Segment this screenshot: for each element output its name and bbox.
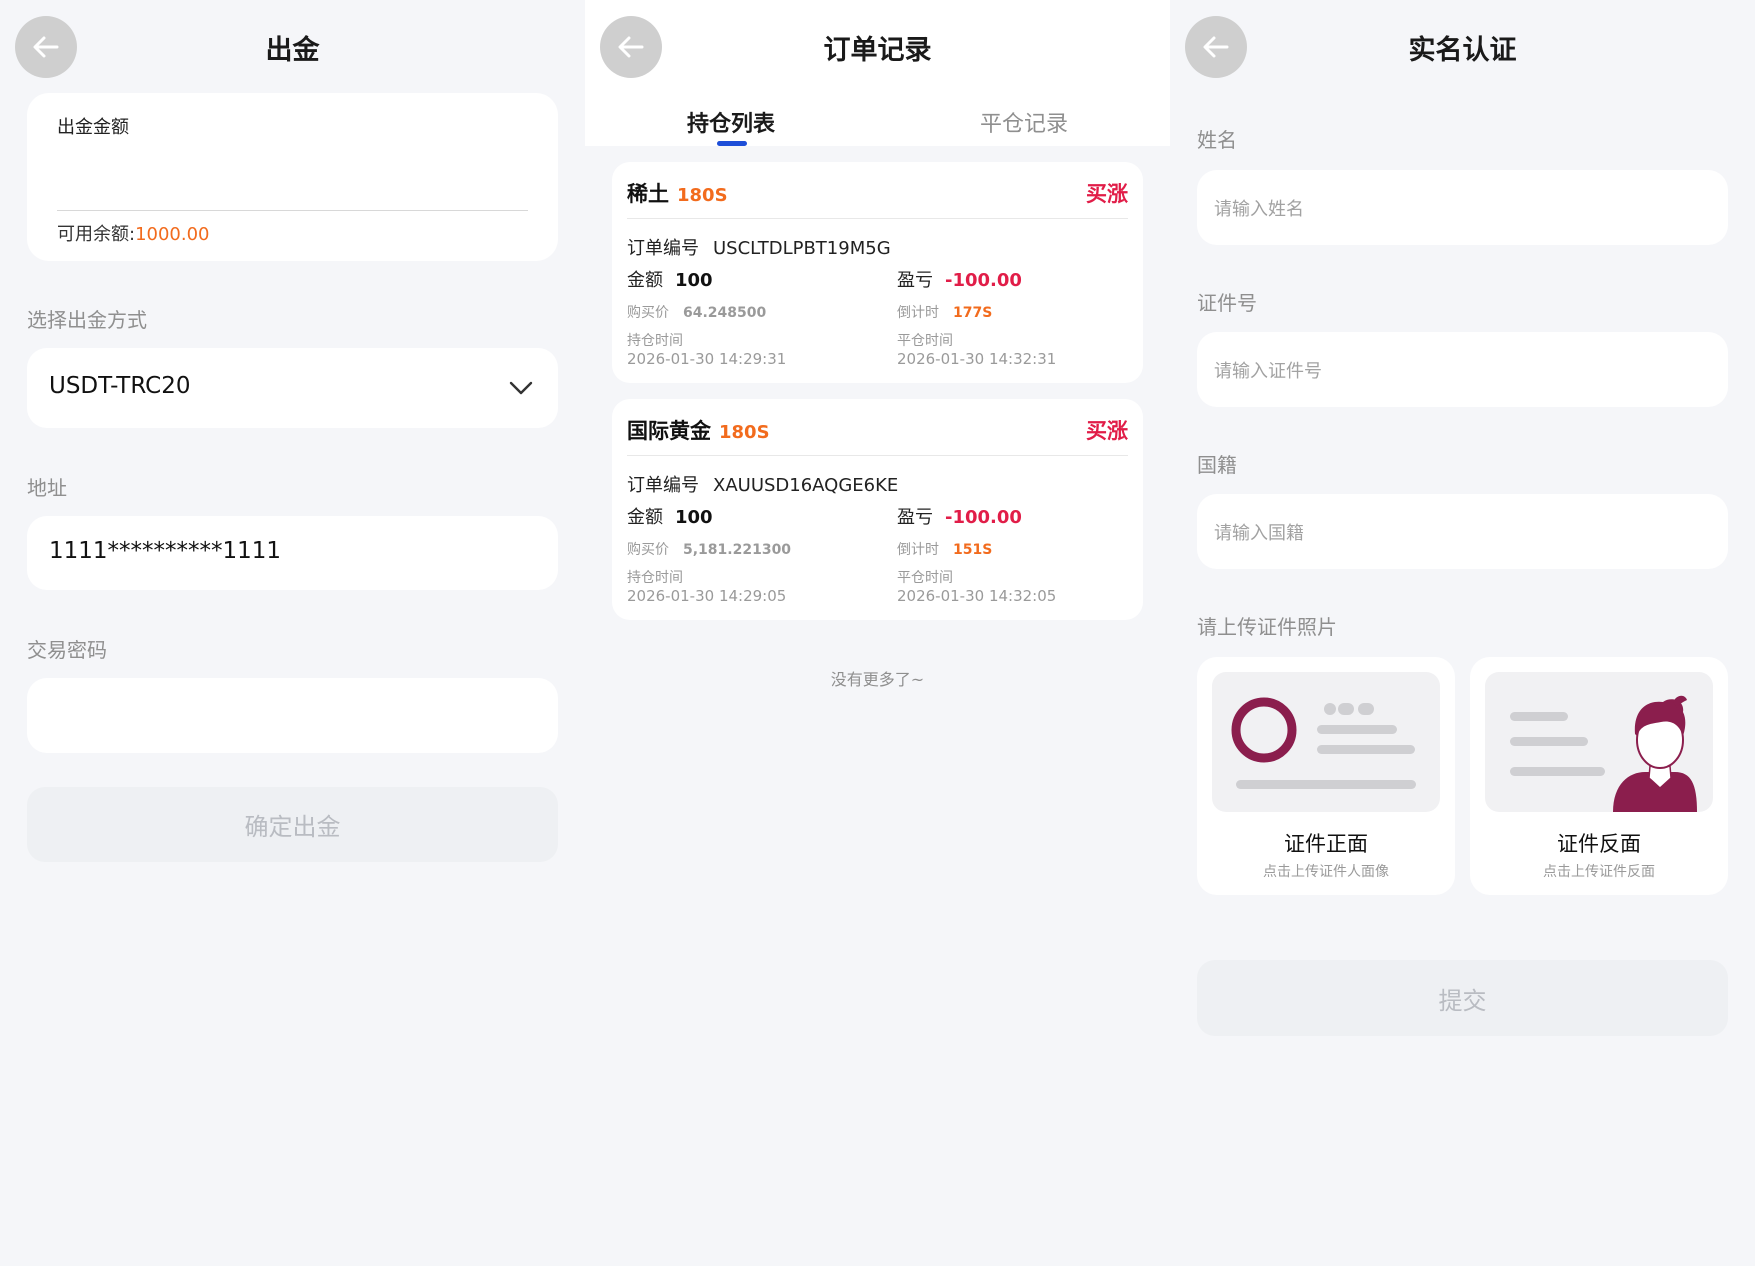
countdown-label: 倒计时 bbox=[897, 305, 939, 321]
buy-price: 购买价 64.248500 bbox=[627, 302, 766, 322]
product-name: 稀土 bbox=[627, 182, 669, 206]
countdown-value: 151S bbox=[953, 542, 993, 558]
balance-label: 可用余额: bbox=[57, 224, 136, 245]
order-pnl: 盈亏 -100.00 bbox=[897, 503, 1022, 529]
amount-input[interactable] bbox=[57, 148, 528, 203]
order-number-label: 订单编号 bbox=[627, 238, 699, 259]
no-more-text: 没有更多了~ bbox=[830, 670, 925, 689]
order-card[interactable]: 国际黄金 180S 买涨 订单编号 XAUUSD16AQGE6KE 金额 100 盈亏… bbox=[612, 399, 1143, 620]
upload-front-card[interactable]: 证件正面 点击上传证件人面像 bbox=[1197, 657, 1455, 895]
id-card-portrait-icon bbox=[1485, 672, 1713, 812]
buy-price-label: 购买价 bbox=[627, 542, 669, 558]
order-duration: 180S bbox=[677, 185, 728, 206]
close-time-label: 平仓时间 bbox=[897, 570, 953, 586]
countdown: 倒计时 177S bbox=[897, 302, 992, 322]
order-amount: 金额 100 bbox=[627, 503, 713, 529]
countdown-label: 倒计时 bbox=[897, 542, 939, 558]
method-label: 选择出金方式 bbox=[27, 308, 147, 332]
back-hint: 点击上传证件反面 bbox=[1543, 864, 1655, 880]
orders-header bbox=[585, 0, 1170, 146]
countdown: 倒计时 151S bbox=[897, 539, 992, 559]
nationality-input[interactable]: 请输入国籍 bbox=[1197, 494, 1728, 569]
withdraw-panel: 出金 出金金额 可用余额:1000.00 选择出金方式 USDT-TRC20 地… bbox=[0, 0, 585, 1266]
page-title: 订单记录 bbox=[823, 35, 932, 66]
address-value: 1111**********1111 bbox=[49, 538, 282, 564]
order-card[interactable]: 稀土 180S 买涨 订单编号 USCLTDLPBT19M5G 金额 100 盈亏 -1… bbox=[612, 162, 1143, 383]
pnl-value: -100.00 bbox=[945, 270, 1022, 291]
close-time-value: 2026-01-30 14:32:05 bbox=[897, 587, 1057, 605]
open-time-value: 2026-01-30 14:29:05 bbox=[627, 587, 787, 605]
front-title: 证件正面 bbox=[1284, 832, 1368, 856]
order-product: 稀土 180S bbox=[627, 178, 728, 208]
amount-value: 100 bbox=[675, 270, 713, 291]
order-number: 订单编号 USCLTDLPBT19M5G bbox=[627, 234, 891, 260]
divider bbox=[627, 455, 1128, 456]
upload-back-card[interactable]: 证件反面 点击上传证件反面 bbox=[1470, 657, 1728, 895]
verify-panel: 实名认证 姓名 请输入姓名 证件号 请输入证件号 国籍 请输入国籍 请上传证件照… bbox=[1170, 0, 1755, 1266]
order-number: 订单编号 XAUUSD16AQGE6KE bbox=[627, 471, 898, 497]
countdown-value: 177S bbox=[953, 305, 993, 321]
method-select[interactable]: USDT-TRC20 bbox=[27, 348, 558, 428]
password-input[interactable] bbox=[27, 678, 558, 753]
page-title: 实名认证 bbox=[1408, 35, 1517, 66]
pnl-label: 盈亏 bbox=[897, 270, 933, 291]
order-amount: 金额 100 bbox=[627, 266, 713, 292]
amount-card: 出金金额 可用余额:1000.00 bbox=[27, 93, 558, 261]
amount-label: 金额 bbox=[627, 507, 663, 528]
order-direction: 买涨 bbox=[1086, 419, 1128, 443]
nationality-label: 国籍 bbox=[1197, 453, 1237, 477]
buy-price-label: 购买价 bbox=[627, 305, 669, 321]
open-time-label: 持仓时间 bbox=[627, 570, 683, 586]
orders-panel: 订单记录 持仓列表 平仓记录 稀土 180S 买涨 订单编号 USCLTDLPBT1… bbox=[585, 0, 1170, 1266]
product-name: 国际黄金 bbox=[627, 419, 711, 443]
method-value: USDT-TRC20 bbox=[49, 373, 191, 399]
id-number-input[interactable]: 请输入证件号 bbox=[1197, 332, 1728, 407]
page-title: 出金 bbox=[265, 35, 320, 66]
order-pnl: 盈亏 -100.00 bbox=[897, 266, 1022, 292]
order-direction: 买涨 bbox=[1086, 182, 1128, 206]
amount-underline bbox=[57, 210, 528, 211]
order-number-value: XAUUSD16AQGE6KE bbox=[713, 475, 899, 496]
close-time-value: 2026-01-30 14:32:31 bbox=[897, 350, 1057, 368]
pnl-label: 盈亏 bbox=[897, 507, 933, 528]
tab-closed-records[interactable]: 平仓记录 bbox=[980, 106, 1068, 138]
available-balance: 可用余额:1000.00 bbox=[57, 220, 210, 246]
amount-label: 金额 bbox=[627, 270, 663, 291]
order-number-value: USCLTDLPBT19M5G bbox=[713, 238, 891, 259]
buy-price-value: 5,181.221300 bbox=[683, 542, 792, 558]
id-card-front-icon bbox=[1212, 672, 1440, 812]
address-input[interactable]: 1111**********1111 bbox=[27, 516, 558, 590]
nationality-placeholder: 请输入国籍 bbox=[1214, 523, 1304, 544]
open-time-value: 2026-01-30 14:29:31 bbox=[627, 350, 787, 368]
order-duration: 180S bbox=[719, 422, 770, 443]
pnl-value: -100.00 bbox=[945, 507, 1022, 528]
back-title: 证件反面 bbox=[1557, 832, 1641, 856]
id-label: 证件号 bbox=[1197, 291, 1257, 315]
amount-value: 100 bbox=[675, 507, 713, 528]
name-label: 姓名 bbox=[1197, 128, 1237, 152]
id-placeholder: 请输入证件号 bbox=[1214, 361, 1322, 382]
amount-label: 出金金额 bbox=[57, 117, 129, 138]
chevron-down-icon bbox=[509, 381, 533, 395]
address-label: 地址 bbox=[27, 476, 67, 500]
buy-price: 购买价 5,181.221300 bbox=[627, 539, 791, 559]
order-product: 国际黄金 180S bbox=[627, 415, 770, 445]
confirm-withdraw-button[interactable]: 确定出金 bbox=[27, 787, 558, 862]
balance-value: 1000.00 bbox=[135, 224, 210, 245]
divider bbox=[627, 218, 1128, 219]
buy-price-value: 64.248500 bbox=[683, 305, 767, 321]
submit-button[interactable]: 提交 bbox=[1197, 960, 1728, 1036]
password-label: 交易密码 bbox=[27, 638, 107, 662]
order-number-label: 订单编号 bbox=[627, 475, 699, 496]
front-hint: 点击上传证件人面像 bbox=[1263, 864, 1389, 880]
tab-indicator bbox=[717, 141, 747, 146]
upload-label: 请上传证件照片 bbox=[1197, 615, 1337, 639]
name-placeholder: 请输入姓名 bbox=[1214, 199, 1304, 220]
close-time-label: 平仓时间 bbox=[897, 333, 953, 349]
open-time-label: 持仓时间 bbox=[627, 333, 683, 349]
tab-positions[interactable]: 持仓列表 bbox=[687, 106, 775, 138]
name-input[interactable]: 请输入姓名 bbox=[1197, 170, 1728, 245]
